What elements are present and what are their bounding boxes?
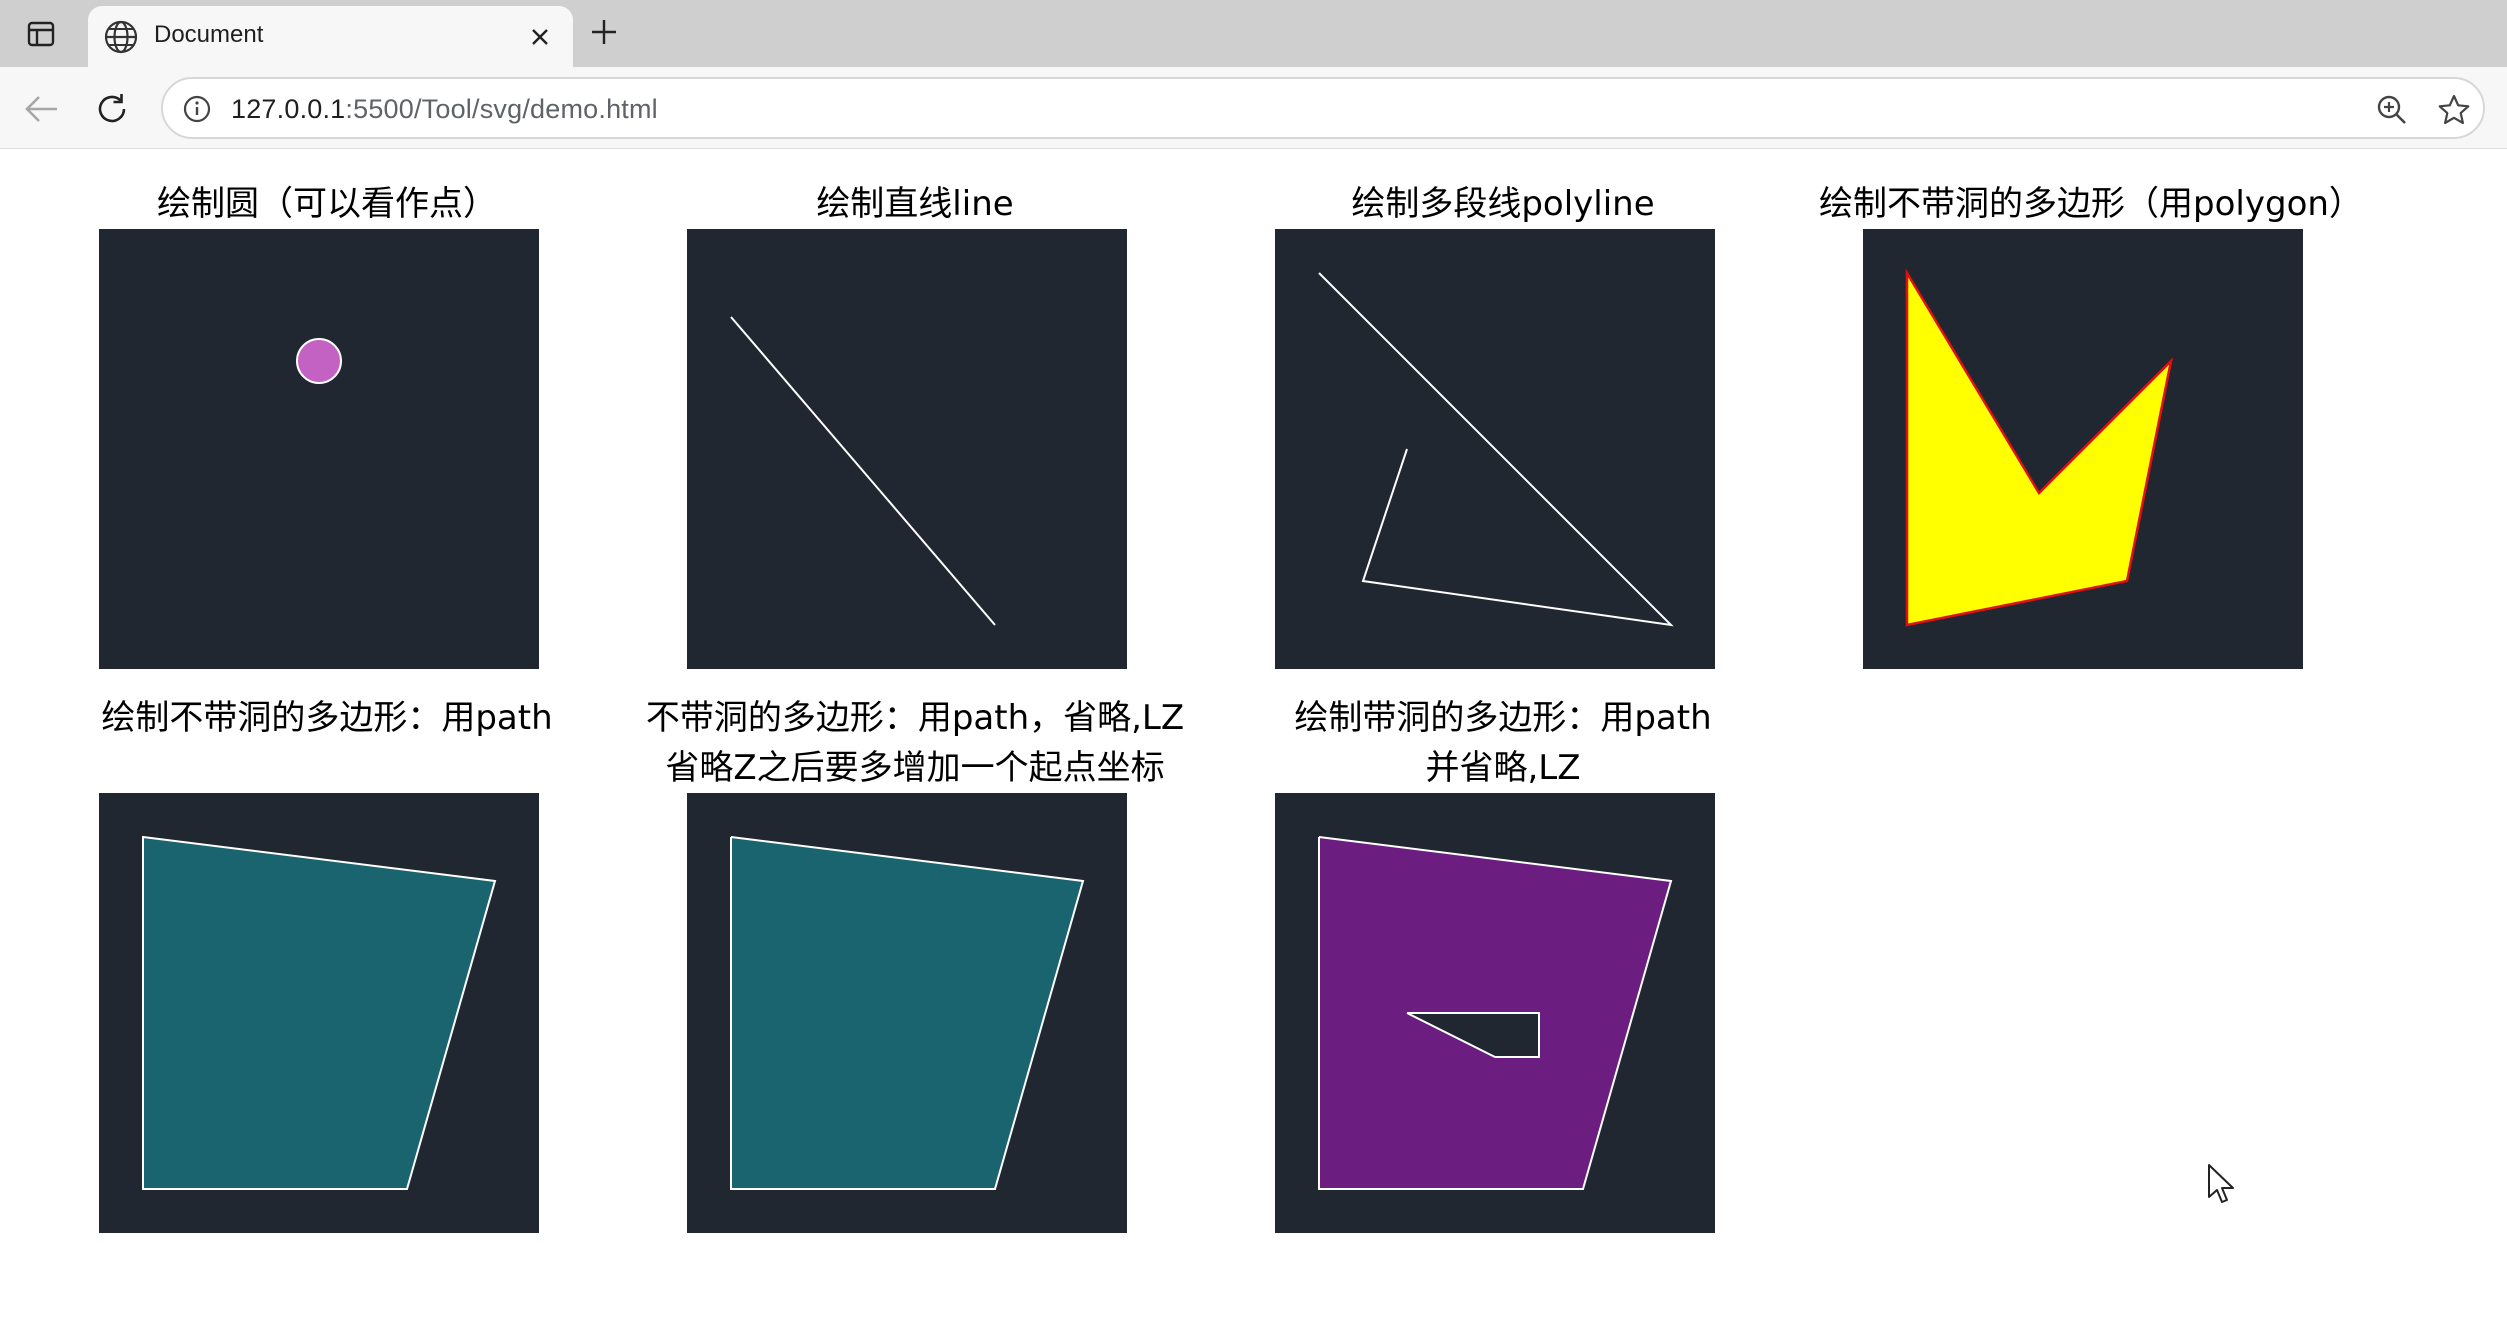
demo-line: 绘制直线line [635, 179, 1195, 229]
polygon-canvas [1863, 229, 2303, 669]
demo-title-line-2: 省略Z之后要多增加一个起点坐标 [665, 748, 1165, 788]
browser-toolbar: 127.0.0.1:5500/Tool/svg/demo.html [0, 67, 2507, 149]
demo-title-line-1: 不带洞的多边形：用path，省略,LZ [645, 698, 1185, 738]
polyline-canvas [1275, 229, 1715, 669]
circle-canvas [99, 229, 539, 669]
new-tab-plus-icon[interactable] [584, 12, 624, 52]
browser-tab-bar: Document [0, 0, 2507, 67]
back-arrow-icon[interactable] [20, 88, 62, 130]
demo-path-omit-lz: 不带洞的多边形：用path，省略,LZ 省略Z之后要多增加一个起点坐标 [635, 693, 1195, 793]
demo-polygon: 绘制不带洞的多边形（用polygon） [1811, 179, 2371, 229]
path-hole-shape [1318, 836, 1673, 1190]
demo-path: 绘制不带洞的多边形：用path [47, 693, 607, 743]
globe-icon [102, 18, 140, 56]
sidebar-toggle-icon[interactable] [22, 15, 60, 53]
line-canvas [687, 229, 1127, 669]
tab-title: Document [154, 21, 264, 48]
demo-path-hole: 绘制带洞的多边形：用path 并省略,LZ [1223, 693, 1783, 793]
polyline-shape [1318, 272, 1674, 627]
close-tab-icon[interactable] [523, 20, 557, 54]
demo-title: 绘制直线line [816, 184, 1014, 224]
demo-title-line-2: 并省略,LZ [1425, 748, 1581, 788]
demo-title-line-1: 绘制带洞的多边形：用path [1294, 698, 1712, 738]
path-omit-lz-shape [730, 836, 1085, 1190]
reload-icon[interactable] [91, 88, 133, 130]
zoom-icon[interactable] [2373, 91, 2411, 129]
address-bar[interactable]: 127.0.0.1:5500/Tool/svg/demo.html [161, 77, 2485, 139]
demo-title: 绘制圆（可以看作点） [157, 184, 497, 224]
demo-title: 绘制不带洞的多边形：用path [101, 698, 553, 738]
path-omit-lz-canvas [687, 793, 1127, 1233]
url-text[interactable]: 127.0.0.1:5500/Tool/svg/demo.html [231, 94, 658, 125]
polygon-shape [1905, 268, 2174, 627]
demo-circle: 绘制圆（可以看作点） [47, 179, 607, 229]
demo-polyline: 绘制多段线polyline [1223, 179, 1783, 229]
path-shape [142, 835, 497, 1190]
tab-document[interactable]: Document [88, 6, 573, 67]
path-canvas [99, 793, 539, 1233]
path-hole-canvas [1275, 793, 1715, 1233]
page-viewport: 绘制圆（可以看作点） 绘制直线line 绘制多段线polyline 绘制不带洞的… [8, 149, 2507, 1333]
line-shape [730, 316, 996, 626]
demo-title: 绘制多段线polyline [1351, 184, 1655, 224]
site-info-icon[interactable] [179, 91, 215, 127]
bookmark-star-icon[interactable] [2435, 91, 2473, 129]
circle-shape [296, 338, 342, 384]
demo-title: 绘制不带洞的多边形（用polygon） [1819, 184, 2363, 224]
mouse-cursor-icon [2207, 1163, 2237, 1205]
